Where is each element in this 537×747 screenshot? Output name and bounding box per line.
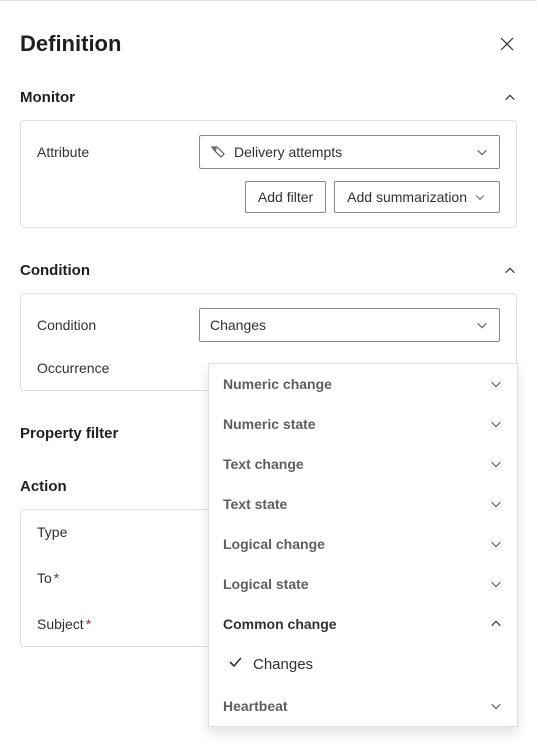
condition-dropdown: Numeric change Numeric state Text change… [208,363,518,727]
dropdown-group-logical-change[interactable]: Logical change [209,524,517,564]
dropdown-option-label: Changes [253,656,313,673]
attribute-select[interactable]: Delivery attempts [199,135,500,169]
chevron-up-icon [489,617,503,631]
occurrence-label: Occurrence [37,360,187,376]
tag-icon [210,143,226,162]
dropdown-group-text-state[interactable]: Text state [209,484,517,524]
chevron-down-icon [489,577,503,591]
close-icon[interactable] [497,34,517,54]
dropdown-group-label: Logical change [223,536,325,552]
chevron-down-icon [475,318,489,332]
dropdown-group-numeric-state[interactable]: Numeric state [209,404,517,444]
chevron-down-icon [489,497,503,511]
dropdown-group-label: Logical state [223,576,309,592]
type-label: Type [37,524,187,540]
button-label: Add summarization [347,189,467,205]
add-filter-button[interactable]: Add filter [245,181,326,213]
page-title: Definition [20,31,121,57]
dropdown-group-numeric-change[interactable]: Numeric change [209,364,517,404]
chevron-down-icon [489,699,503,713]
condition-select[interactable]: Changes [199,308,500,342]
attribute-label: Attribute [37,144,187,160]
chevron-down-icon [475,145,489,159]
dropdown-group-label: Numeric state [223,416,316,432]
section-title: Property filter [20,425,118,442]
section-header-condition[interactable]: Condition [20,254,517,287]
chevron-down-icon [489,417,503,431]
to-label: To* [37,570,187,586]
section-title: Condition [20,262,90,279]
chevron-down-icon [489,537,503,551]
button-label: Add filter [258,189,313,205]
condition-label: Condition [37,317,187,333]
dropdown-group-text-change[interactable]: Text change [209,444,517,484]
add-summarization-button[interactable]: Add summarization [334,181,500,213]
dropdown-option-changes[interactable]: Changes [209,644,517,686]
chevron-up-icon [503,91,517,105]
chevron-down-icon [489,377,503,391]
check-icon [227,654,243,674]
dropdown-group-label: Heartbeat [223,698,288,714]
subject-label: Subject* [37,616,187,632]
chevron-down-icon [489,457,503,471]
attribute-value: Delivery attempts [234,144,342,160]
panel-header: Definition [20,21,517,57]
dropdown-group-label: Numeric change [223,376,332,392]
condition-value: Changes [210,317,266,333]
dropdown-group-label: Text state [223,496,287,512]
dropdown-group-logical-state[interactable]: Logical state [209,564,517,604]
section-header-monitor[interactable]: Monitor [20,81,517,114]
chevron-up-icon [503,264,517,278]
dropdown-group-label: Common change [223,616,337,632]
monitor-card: Attribute Delivery attempts Add filter [20,120,517,228]
chevron-down-icon [473,190,487,204]
section-title: Monitor [20,89,75,106]
dropdown-group-heartbeat[interactable]: Heartbeat [209,686,517,726]
section-title: Action [20,478,67,495]
dropdown-group-common-change[interactable]: Common change [209,604,517,644]
dropdown-group-label: Text change [223,456,304,472]
